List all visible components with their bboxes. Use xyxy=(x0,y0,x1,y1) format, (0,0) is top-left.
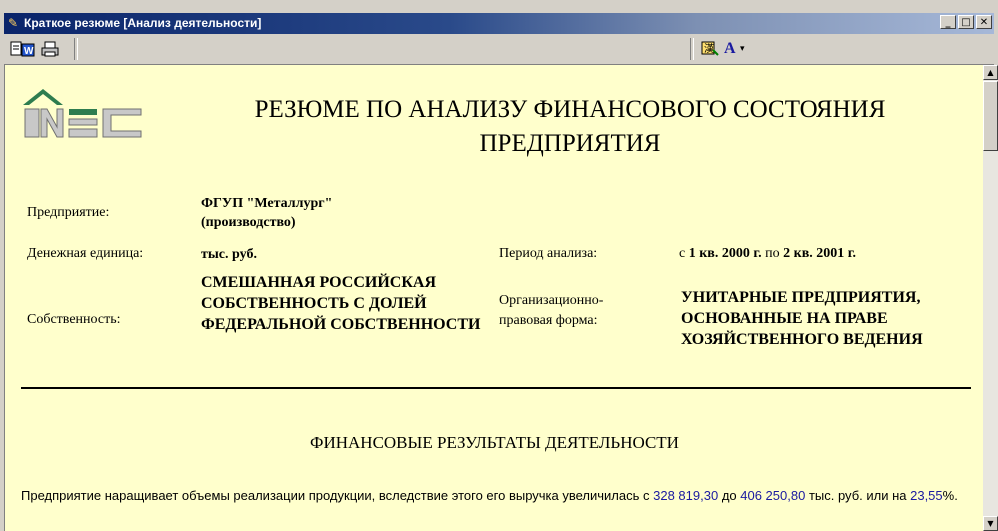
svg-text:W: W xyxy=(24,46,34,57)
period-from: 1 кв. 2000 г. xyxy=(688,246,762,261)
company-logo xyxy=(21,83,145,139)
growth-percent: 23,55 xyxy=(910,488,943,503)
para-text: тыс. руб. или на xyxy=(805,488,911,503)
app-icon: ✎ xyxy=(8,16,19,30)
toolbar: W 漢 A ▾ xyxy=(4,34,994,65)
window-controls: _ □ ✕ xyxy=(938,15,992,31)
maximize-button[interactable]: □ xyxy=(958,15,974,29)
section-title: ФИНАНСОВЫЕ РЕЗУЛЬТАТЫ ДЕЯТЕЛЬНОСТИ xyxy=(310,433,679,452)
vertical-scrollbar[interactable]: ▲ ▼ xyxy=(983,65,998,531)
period-value: с 1 кв. 2000 г. по 2 кв. 2001 г. xyxy=(679,245,856,263)
para-text: %. xyxy=(942,488,958,503)
report-content: РЕЗЮМЕ ПО АНАЛИЗУ ФИНАНСОВОГО СОСТОЯНИЯ … xyxy=(4,65,984,531)
svg-text:漢: 漢 xyxy=(704,42,714,55)
enterprise-label: Предприятие: xyxy=(27,205,110,220)
font-button[interactable]: A xyxy=(724,40,736,58)
print-icon[interactable] xyxy=(40,40,60,58)
period-prefix: с xyxy=(679,246,686,261)
period-to: 2 кв. 2001 г. xyxy=(783,246,857,261)
legal-form-value: УНИТАРНЫЕ ПРЕДПРИЯТИЯ, ОСНОВАННЫЕ НА ПРА… xyxy=(681,289,923,348)
toolbar-separator xyxy=(74,38,78,60)
scroll-down-button[interactable]: ▼ xyxy=(983,516,998,531)
title-bar[interactable]: ✎ Краткое резюме [Анализ деятельности] _… xyxy=(4,13,994,34)
application-window: ✎ Краткое резюме [Анализ деятельности] _… xyxy=(0,0,998,531)
revenue-before: 328 819,30 xyxy=(653,488,719,503)
toolbar-separator xyxy=(690,38,694,60)
period-mid: по xyxy=(765,246,780,261)
scroll-up-button[interactable]: ▲ xyxy=(983,65,998,80)
translate-icon[interactable]: 漢 xyxy=(700,40,720,58)
period-label: Период анализа: xyxy=(499,246,598,261)
report-title: РЕЗЮМЕ ПО АНАЛИЗУ ФИНАНСОВОГО СОСТОЯНИЯ … xyxy=(254,96,886,157)
para-text: до xyxy=(718,488,741,503)
window-title: Краткое резюме [Анализ деятельности] xyxy=(24,16,262,30)
ownership-value: СМЕШАННАЯ РОССИЙСКАЯ СОБСТВЕННОСТЬ С ДОЛ… xyxy=(201,274,481,333)
currency-value: тыс. руб. xyxy=(201,247,257,262)
para-text: Предприятие наращивает объемы реализации… xyxy=(21,488,654,503)
scroll-thumb[interactable] xyxy=(983,81,998,151)
export-word-icon[interactable]: W xyxy=(10,40,36,58)
ownership-label: Собственность: xyxy=(27,312,121,327)
enterprise-value: ФГУП "Металлург" (производство) xyxy=(201,196,333,230)
summary-paragraph: Предприятие наращивает объемы реализации… xyxy=(21,486,961,506)
divider xyxy=(21,387,971,389)
legal-form-label: Организационно-правовая форма: xyxy=(499,293,604,328)
minimize-button[interactable]: _ xyxy=(940,15,956,29)
currency-label: Денежная единица: xyxy=(27,246,144,261)
chevron-down-icon[interactable]: ▾ xyxy=(740,40,745,58)
revenue-after: 406 250,80 xyxy=(740,488,806,503)
close-button[interactable]: ✕ xyxy=(976,15,992,29)
